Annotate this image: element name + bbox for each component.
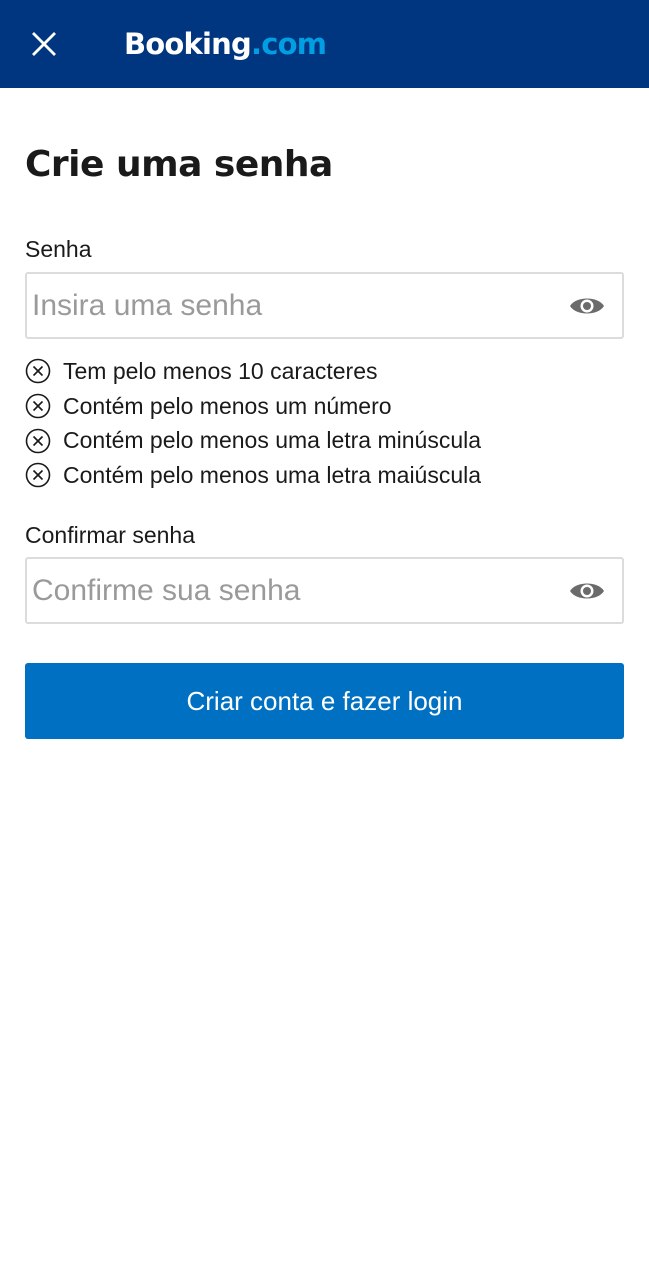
x-circle-icon	[25, 358, 51, 384]
confirm-password-field-container	[25, 557, 624, 624]
password-requirements: Tem pelo menos 10 caracteres Contém pelo…	[25, 354, 481, 493]
confirm-password-label: Confirmar senha	[25, 522, 196, 548]
requirement-text: Contém pelo menos uma letra minúscula	[63, 427, 482, 454]
requirement-item: Contém pelo menos um número	[25, 389, 481, 424]
password-label: Senha	[25, 236, 92, 262]
booking-logo: Booking .com	[124, 22, 327, 66]
logo-brand: Booking	[124, 27, 252, 61]
page-title: Crie uma senha	[25, 144, 333, 185]
eye-icon	[570, 298, 604, 314]
close-button[interactable]	[26, 26, 62, 62]
requirement-item: Contém pelo menos uma letra maiúscula	[25, 458, 481, 493]
requirement-item: Tem pelo menos 10 caracteres	[25, 354, 481, 389]
requirement-text: Contém pelo menos um número	[63, 392, 392, 419]
x-circle-icon	[25, 428, 51, 454]
requirement-text: Contém pelo menos uma letra maiúscula	[63, 461, 482, 488]
confirm-password-input[interactable]	[32, 559, 552, 622]
x-circle-icon	[25, 462, 51, 488]
app-header: Booking .com	[0, 0, 649, 88]
show-password-button[interactable]	[568, 288, 606, 324]
show-confirm-password-button[interactable]	[568, 573, 606, 609]
password-field-container	[25, 272, 624, 339]
requirement-item: Contém pelo menos uma letra minúscula	[25, 423, 481, 458]
x-circle-icon	[25, 393, 51, 419]
close-icon	[32, 32, 56, 56]
requirement-text: Tem pelo menos 10 caracteres	[63, 357, 378, 384]
create-account-button[interactable]: Criar conta e fazer login	[25, 663, 624, 739]
logo-tld: .com	[250, 27, 327, 61]
password-input[interactable]	[32, 274, 552, 337]
eye-icon	[570, 583, 604, 599]
